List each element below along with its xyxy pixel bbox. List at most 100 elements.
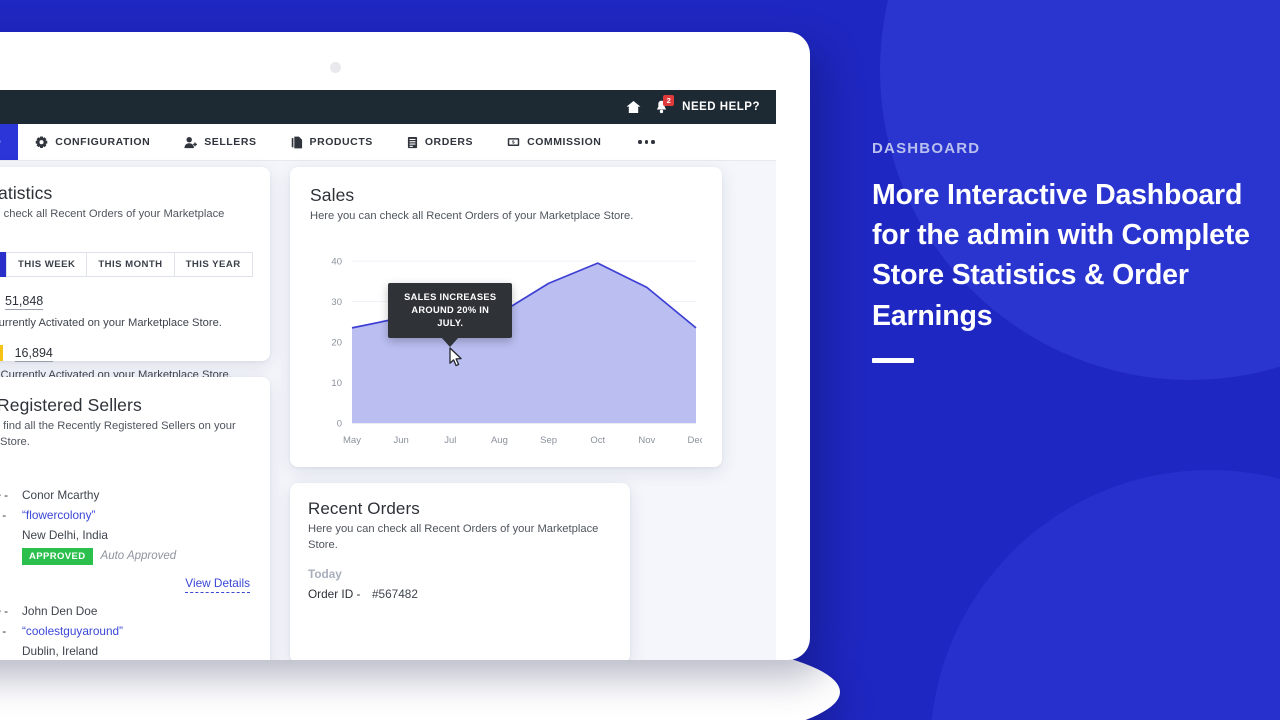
page-title-recent-orders: Recent Orders: [308, 499, 420, 518]
store-statistics-subtitle: Here you can check all Recent Orders of …: [0, 208, 225, 220]
page-title-store-statistics: Store Statistics: [0, 183, 53, 203]
sales-area-chart: 0 10 20 30 40 May Jun Jul Aug Sep Oct Nov Dec SALES …: [310, 243, 702, 451]
svg-text:40: 40: [331, 256, 342, 267]
svg-text:Nov: Nov: [638, 435, 655, 446]
app-topbar: Marketplace 2: [0, 90, 776, 124]
seller-name-value: Conor Mcarthy: [22, 487, 100, 502]
status-row: Status - APPROVED Auto Approved: [0, 547, 250, 565]
sellers-description: Sellers are Currently Activated on your …: [0, 316, 222, 329]
from-row: From - Dublin, Ireland: [0, 644, 250, 658]
promo-panel: DASHBOARD More Interactive Dashboard for…: [872, 140, 1272, 363]
from-value: Dublin, Ireland: [22, 643, 99, 658]
recent-registered-sellers-card: Recent Registered Sellers Here you will …: [0, 377, 270, 660]
svg-text:30: 30: [331, 297, 342, 308]
store-name-value[interactable]: “coolestguyaround”: [22, 624, 123, 638]
laptop-mockup: Marketplace 2: [0, 32, 840, 720]
sellers-count: 51,848: [4, 293, 44, 310]
range-tab-this-week[interactable]: THIS WEEK: [6, 251, 87, 277]
nav-label: PRODUCTS: [309, 136, 373, 148]
seller-name-row: Seller Name - Conor Mcarthy: [0, 488, 250, 502]
nav-label: CONFIGURATION: [55, 136, 151, 148]
from-row: From - New Delhi, India: [0, 528, 250, 542]
promo-eyebrow: DASHBOARD: [872, 140, 981, 157]
svg-text:Jul: Jul: [444, 435, 456, 446]
nav-item-commission[interactable]: $ COMMISSION: [490, 124, 618, 160]
user-plus-icon: [184, 136, 198, 149]
dashboard-body: Store Statistics Here you can check all …: [0, 161, 776, 660]
range-tab-group: OVERALL THIS WEEK THIS MONTH THIS YEAR: [0, 251, 253, 277]
recent-sellers-subtitle: Here you will find all the Recently Regi…: [0, 420, 236, 448]
clipboard-icon: [407, 136, 418, 149]
chart-plot-area: 0 10 20 30 40 May Jun Jul Aug Sep Oct Nov Dec: [331, 256, 702, 446]
promo-headline: More Interactive Dashboard for the admin…: [872, 179, 1250, 332]
mouse-pointer-icon: [449, 347, 464, 372]
day-label-today: Today: [308, 566, 342, 581]
sellers-stat: SELLERS 51,848 Sellers are Currently Act…: [0, 292, 252, 329]
promo-accent-rule: [872, 357, 914, 363]
order-id-value: #567482: [372, 586, 418, 601]
need-help-button[interactable]: NEED HELP?: [682, 101, 760, 113]
recent-orders-card: Recent Orders Here you can check all Rec…: [290, 483, 630, 660]
status-label: Status -: [0, 549, 22, 563]
range-tab-this-year[interactable]: THIS YEAR: [173, 251, 253, 277]
chart-tooltip: SALES INCREASES AROUND 20% IN JULY.: [388, 282, 513, 347]
svg-text:Aug: Aug: [491, 435, 508, 446]
view-details-link[interactable]: View Details: [185, 575, 250, 593]
page-title-recent-sellers: Recent Registered Sellers: [0, 395, 142, 415]
store-name-row: Store Name - “coolestguyaround”: [0, 624, 250, 638]
day-label-today: Today: [0, 467, 250, 481]
store-name-value[interactable]: “flowercolony”: [22, 508, 95, 522]
status-badge-products: PRODUCTS: [0, 344, 4, 361]
svg-text:$: $: [512, 140, 515, 146]
status-note: Auto Approved: [100, 550, 177, 563]
app-screen: Marketplace 2: [0, 90, 776, 660]
tooltip-line-2: AROUND 20% IN JULY.: [411, 304, 490, 329]
svg-text:0: 0: [337, 418, 342, 429]
store-name-label: Store Name -: [0, 623, 7, 638]
svg-text:Dec: Dec: [688, 435, 702, 446]
svg-text:Oct: Oct: [590, 435, 605, 446]
topbar-actions: 2 NEED HELP?: [626, 95, 760, 114]
ellipsis-icon[interactable]: [618, 124, 678, 160]
products-stat: PRODUCTS 16,894 Products are Currently A…: [0, 344, 252, 381]
products-count: 16,894: [14, 345, 53, 362]
nav-label: SELLERS: [204, 136, 257, 148]
nav-item-products[interactable]: PRODUCTS: [274, 124, 390, 160]
home-icon[interactable]: [626, 100, 641, 114]
laptop-screen-body: Marketplace 2: [0, 32, 810, 660]
nav-item-sellers[interactable]: SELLERS: [167, 124, 273, 160]
recent-orders-subtitle: Here you can check all Recent Orders of …: [308, 523, 599, 551]
seller-name-value: John Den Doe: [22, 603, 98, 618]
notification-badge: 2: [663, 95, 675, 106]
page-title-sales: Sales: [310, 185, 355, 205]
store-name-row: Store Name - “flowercolony”: [0, 508, 250, 522]
from-label: From -: [0, 644, 22, 658]
nav-label: COMMISSION: [527, 136, 602, 148]
webcam-dot-icon: [330, 62, 341, 73]
status-badge: APPROVED: [22, 547, 93, 565]
range-tab-this-month[interactable]: THIS MONTH: [86, 251, 174, 277]
from-value: New Delhi, India: [22, 527, 108, 542]
list-item: Seller Name - John Den Doe Store Name - …: [0, 604, 250, 660]
nav-item-orders[interactable]: ORDERS: [390, 124, 490, 160]
nav-item-dashboard[interactable]: DASHBOARD: [0, 124, 19, 160]
order-id-label: Order ID -: [308, 586, 361, 601]
app-navbar: DASHBOARD CONFIGURATION: [0, 124, 776, 161]
gear-icon: [35, 135, 48, 149]
money-bill-icon: $: [507, 136, 520, 148]
slide-canvas: Marketplace 2: [0, 0, 1280, 720]
seller-name-label: Seller Name -: [0, 603, 9, 618]
store-name-label: Store Name -: [0, 507, 7, 522]
seller-name-label: Seller Name -: [0, 487, 9, 502]
nav-label: DASHBOARD: [0, 136, 1, 148]
svg-text:Sep: Sep: [540, 435, 557, 446]
svg-text:Jun: Jun: [393, 435, 408, 446]
bell-icon[interactable]: 2: [655, 95, 675, 114]
list-item: Seller Name - Conor Mcarthy Store Name -…: [0, 488, 250, 565]
store-statistics-card: Store Statistics Here you can check all …: [0, 167, 270, 381]
sales-subtitle: Here you can check all Recent Orders of …: [310, 210, 634, 222]
seller-name-row: Seller Name - John Den Doe: [0, 604, 250, 618]
order-id-row: Order ID - #567482: [308, 587, 612, 601]
nav-item-configuration[interactable]: CONFIGURATION: [18, 124, 167, 160]
svg-text:May: May: [343, 435, 361, 446]
